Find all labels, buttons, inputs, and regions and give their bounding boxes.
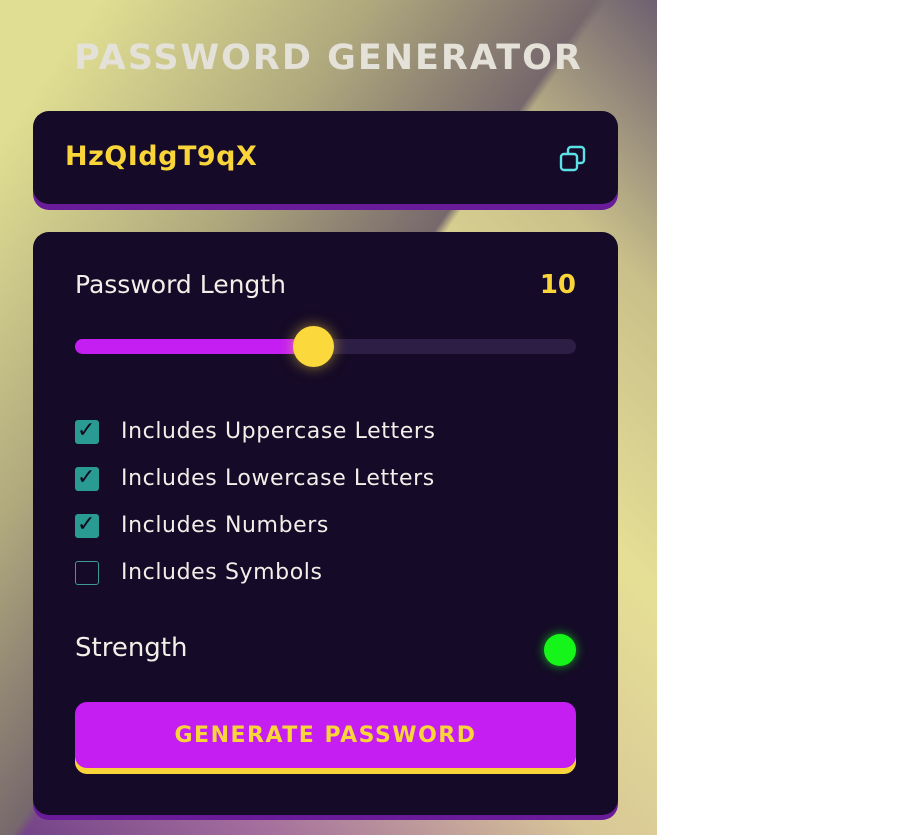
length-slider-thumb[interactable] <box>292 326 334 367</box>
copy-button[interactable] <box>558 144 588 174</box>
checkmark-icon: ✓ <box>77 417 96 443</box>
strength-indicator <box>544 634 576 666</box>
uppercase-checkbox[interactable]: ✓ <box>75 417 99 444</box>
option-numbers[interactable]: ✓ Includes Numbers <box>75 502 436 549</box>
option-lowercase[interactable]: ✓ Includes Lowercase Letters <box>75 455 436 502</box>
password-output-card: HzQIdgT9qX <box>33 111 618 204</box>
numbers-checkbox[interactable]: ✓ <box>75 511 99 538</box>
option-symbols[interactable]: Includes Symbols <box>75 549 436 596</box>
strength-label: Strength <box>75 633 188 663</box>
option-label: Includes Uppercase Letters <box>121 419 436 444</box>
option-label: Includes Lowercase Letters <box>121 466 435 491</box>
password-output: HzQIdgT9qX <box>65 141 258 172</box>
length-slider-fill <box>75 339 313 354</box>
length-slider[interactable] <box>75 326 576 367</box>
option-label: Includes Symbols <box>121 560 323 585</box>
options-card: Password Length 10 ✓ Includes Uppercase … <box>33 232 618 815</box>
options-list: ✓ Includes Uppercase Letters ✓ Includes … <box>75 408 436 596</box>
password-length-label: Password Length <box>75 270 286 299</box>
checkmark-icon: ✓ <box>77 464 96 490</box>
checkmark-icon: ✓ <box>77 511 96 537</box>
page-title: PASSWORD GENERATOR <box>74 38 583 78</box>
option-uppercase[interactable]: ✓ Includes Uppercase Letters <box>75 408 436 455</box>
symbols-checkbox[interactable] <box>75 560 99 585</box>
password-length-value: 10 <box>539 270 576 300</box>
lowercase-checkbox[interactable]: ✓ <box>75 464 99 491</box>
generate-password-button[interactable]: GENERATE PASSWORD <box>75 702 576 768</box>
app-container: PASSWORD GENERATOR HzQIdgT9qX Password L… <box>0 0 657 835</box>
copy-icon <box>559 145 586 172</box>
option-label: Includes Numbers <box>121 513 329 538</box>
